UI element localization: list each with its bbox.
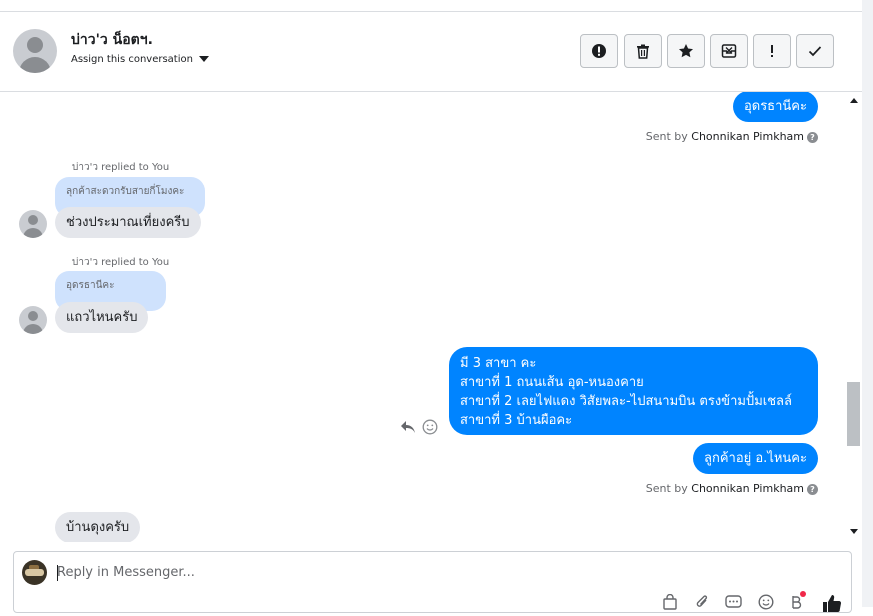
notification-dot [800, 591, 806, 597]
scroll-up-arrow-icon[interactable] [850, 98, 858, 103]
replied-to-label: บ่าว'ว replied to You [72, 162, 170, 173]
avatar-body-shape [19, 57, 51, 73]
sender-avatar[interactable] [19, 306, 47, 334]
outgoing-message[interactable]: ลูกค้าอยู่ อ.ไหนคะ [692, 443, 818, 474]
outgoing-multiline-message[interactable]: มี 3 สาขา คะ สาขาที่ 1 ถนนเส้น อุด-หนองค… [449, 347, 818, 435]
sent-by-label: Sent by Chonnikan Pimkham? [646, 482, 818, 495]
scroll-down-arrow-icon[interactable] [850, 529, 858, 534]
exclamation-icon [771, 45, 773, 57]
text-cursor [57, 565, 58, 581]
help-icon[interactable]: ? [807, 483, 818, 495]
contact-name[interactable]: บ่าว'ว น็อตฯ. [71, 29, 153, 51]
alert-circle-icon [592, 44, 606, 58]
star-button[interactable] [667, 34, 705, 68]
scrollbar-thumb[interactable] [847, 382, 860, 446]
incoming-message[interactable]: แถวไหนครับ [55, 302, 149, 333]
incoming-message[interactable]: บ้านดุงครับ [55, 512, 141, 542]
check-icon [808, 46, 822, 57]
top-strip [0, 0, 862, 12]
sender-avatar[interactable] [19, 210, 47, 238]
payment-icon[interactable] [789, 591, 806, 614]
sender-name: Chonnikan Pimkham [691, 130, 804, 143]
mark-spam-button[interactable] [580, 34, 618, 68]
follow-up-button[interactable] [753, 34, 791, 68]
delete-button[interactable] [624, 34, 662, 68]
thread-scrollbar[interactable] [846, 92, 862, 542]
avatar-body-shape [23, 324, 43, 334]
avatar-body-shape [23, 228, 43, 238]
archive-icon [721, 44, 737, 58]
sent-by-prefix: Sent by [645, 130, 692, 143]
message-thread: อุดรธานีคะ Sent by Chonnikan Pimkham? บ่… [0, 92, 846, 542]
caret-down-icon [198, 56, 209, 62]
replied-to-label: บ่าว'ว replied to You [72, 257, 170, 268]
contact-avatar[interactable] [13, 29, 57, 73]
message-line: สาขาที่ 1 ถนนเส้น อุด-หนองคาย [460, 375, 644, 390]
thumbs-up-icon[interactable] [822, 594, 842, 616]
shop-bag-icon[interactable] [662, 593, 678, 614]
message-line: สาขาที่ 3 บ้านผือคะ [460, 413, 573, 428]
avatar-detail-shape [25, 569, 44, 576]
sent-by-prefix: Sent by [645, 482, 692, 495]
sender-name: Chonnikan Pimkham [691, 482, 804, 495]
react-emoji-icon[interactable] [422, 419, 438, 435]
reply-input[interactable]: Reply in Messenger... [57, 565, 195, 580]
trash-icon [637, 44, 649, 59]
avatar-head-shape [28, 215, 38, 225]
archive-button[interactable] [710, 34, 748, 68]
star-icon [679, 44, 693, 58]
saved-reply-icon[interactable] [725, 594, 742, 614]
incoming-message[interactable]: ช่วงประมาณเที่ยงครีบ [55, 207, 201, 238]
outgoing-message[interactable]: อุดรธานีคะ [732, 92, 818, 122]
conversation-header: บ่าว'ว น็อตฯ. Assign this conversation [0, 12, 862, 92]
attachment-icon[interactable] [694, 594, 710, 614]
right-edge-bar [862, 0, 873, 607]
reply-composer[interactable]: Reply in Messenger... [13, 551, 852, 613]
assign-label: Assign this conversation [71, 54, 193, 65]
reply-icon[interactable] [400, 420, 416, 434]
page-avatar [22, 560, 47, 585]
message-line: มี 3 สาขา คะ [460, 356, 537, 371]
avatar-head-shape [27, 37, 43, 53]
mark-done-button[interactable] [796, 34, 834, 68]
emoji-icon[interactable] [758, 594, 774, 614]
avatar-head-shape [28, 311, 38, 321]
message-line: สาขาที่ 2 เลยไฟแดง วิสัยพละ-ไปสนามบิน ตร… [460, 394, 792, 409]
assign-conversation-dropdown[interactable]: Assign this conversation [71, 54, 209, 65]
sent-by-label: Sent by Chonnikan Pimkham? [646, 130, 818, 143]
help-icon[interactable]: ? [807, 131, 818, 143]
